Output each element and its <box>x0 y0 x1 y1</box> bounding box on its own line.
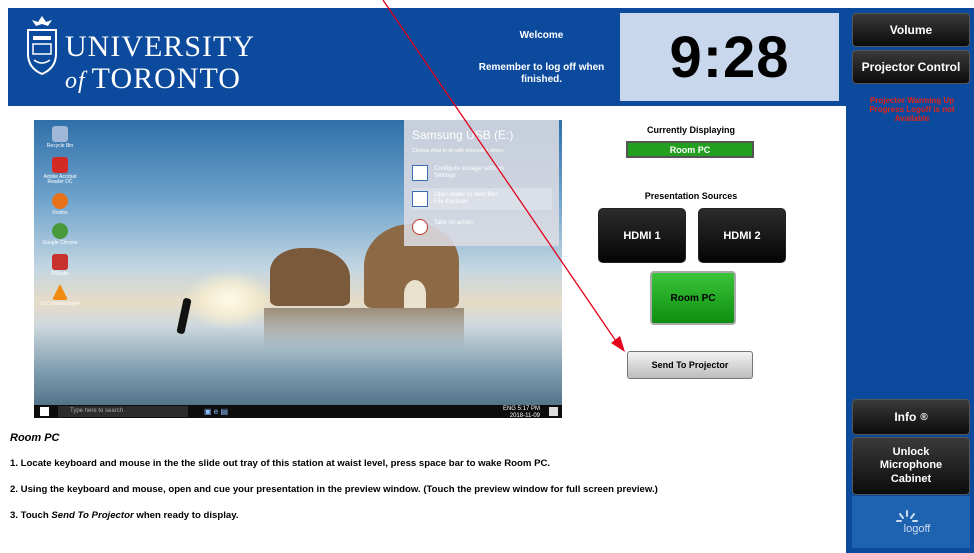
room-pc-preview-window[interactable]: Recycle Bin Adobe Acrobat Reader DC Fire… <box>34 120 562 418</box>
instruction-step-3: 3. Touch Send To Projector when ready to… <box>10 510 239 521</box>
volume-button[interactable]: Volume <box>852 13 970 47</box>
desktop-icon-acrobat[interactable]: Adobe Acrobat Reader DC <box>40 156 80 186</box>
university-crest-icon <box>27 16 57 76</box>
instruction-step-2: 2. Using the keyboard and mouse, open an… <box>10 484 658 495</box>
hdmi2-source-button[interactable]: HDMI 2 <box>698 208 786 263</box>
unlock-microphone-cabinet-button[interactable]: Unlock Microphone Cabinet <box>852 437 970 495</box>
desktop-icons: Recycle Bin Adobe Acrobat Reader DC Fire… <box>40 126 80 315</box>
instruction-step-3-suffix: when ready to display. <box>133 510 239 521</box>
currently-displaying-label: Currently Displaying <box>646 125 736 135</box>
folder-icon <box>412 191 428 207</box>
clock-panel: 9:28 <box>620 13 839 101</box>
wallpaper-rock-arch <box>404 280 426 308</box>
hdmi1-source-button[interactable]: HDMI 1 <box>598 208 686 263</box>
logoff-button[interactable]: logoff <box>852 496 970 548</box>
welcome-text: Welcome <box>519 30 564 41</box>
university-wordmark: UNIVERSITY of TORONTO <box>65 32 255 94</box>
wordmark-of: of <box>65 68 86 94</box>
windows-taskbar: Type here to search ▣ e ▤ ENG 5:17 PM 20… <box>34 405 562 418</box>
usb-option-text: Configure storage settings <box>434 166 505 172</box>
copyright-icon: ® <box>920 411 928 423</box>
desktop-icon-rstudio[interactable]: RStudio <box>40 253 80 278</box>
logoff-label: logoff <box>903 523 931 535</box>
usb-option-open-folder[interactable]: Open folder to view files File Explorer <box>412 188 552 210</box>
wallpaper-rock-left <box>270 248 350 306</box>
taskbar-search-box[interactable]: Type here to search <box>58 406 188 417</box>
instruction-step-1: 1. Locate keyboard and mouse in the the … <box>10 458 551 469</box>
logoff-reminder: Remember to log off when finished. <box>478 62 605 85</box>
settings-icon <box>412 165 428 181</box>
header-banner: UNIVERSITY of TORONTO Welcome Remember to… <box>8 8 846 106</box>
windows-start-icon[interactable] <box>40 407 49 416</box>
currently-displaying-value: Room PC <box>626 141 754 158</box>
usb-option-configure[interactable]: Configure storage settings Settings <box>412 162 552 184</box>
usb-popup-title: Samsung USB (E:) <box>412 128 514 142</box>
desktop-icon-label: VLC media player <box>40 301 80 307</box>
desktop-icon-vlc[interactable]: VLC media player <box>40 284 80 308</box>
right-sidebar: Volume Projector Control Projector Warmi… <box>846 8 974 553</box>
wordmark-university: UNIVERSITY <box>65 30 255 63</box>
tray-lang: ENG <box>502 406 516 412</box>
instruction-step-3-em: Send To Projector <box>51 510 134 521</box>
no-action-icon <box>412 219 428 235</box>
wordmark-toronto: TORONTO <box>91 62 241 95</box>
desktop-icon-label: Firefox <box>52 209 68 216</box>
instructions-title: Room PC <box>10 432 60 444</box>
usb-option-text: Open folder to view files <box>434 192 499 198</box>
usb-option-text: Take no action <box>434 220 473 226</box>
instruction-step-3-prefix: 3. Touch <box>10 510 52 521</box>
recycle-bin-icon <box>52 126 68 142</box>
usb-option-sub: Settings <box>434 173 456 180</box>
room-pc-source-button[interactable]: Room PC <box>650 271 736 325</box>
tray-date: 2018-11-09 <box>509 412 540 418</box>
presentation-sources-label: Presentation Sources <box>644 191 738 201</box>
desktop-icon-recycle-bin[interactable]: Recycle Bin <box>40 126 80 150</box>
desktop-icon-label: Recycle Bin <box>46 143 74 149</box>
projector-warning: Projector Warming Up Progress Logoff is … <box>869 96 955 124</box>
firefox-icon <box>52 192 68 209</box>
rstudio-icon <box>52 253 68 270</box>
usb-popup-subtitle: Choose what to do with removable drives. <box>412 148 505 154</box>
projector-control-button[interactable]: Projector Control <box>852 50 970 84</box>
info-label: Info <box>894 410 917 424</box>
taskbar-pinned-apps[interactable]: ▣ e ▤ <box>204 407 228 416</box>
desktop-icon-chrome[interactable]: Google Chrome <box>40 223 80 247</box>
desktop-icon-label: Adobe Acrobat Reader DC <box>43 173 77 185</box>
usb-option-sub: File Explorer <box>434 199 468 206</box>
info-button[interactable]: Info ® <box>852 399 970 435</box>
taskbar-tray: ENG 5:17 PM 2018-11-09 <box>503 406 540 418</box>
tray-time: 5:17 PM <box>517 406 540 412</box>
desktop-icon-label: Google Chrome <box>42 240 78 246</box>
acrobat-icon <box>52 156 68 173</box>
clock-time: 9:28 <box>669 24 790 90</box>
vlc-icon <box>52 284 68 300</box>
usb-autoplay-popup: Samsung USB (E:) Choose what to do with … <box>404 120 559 246</box>
send-to-projector-button[interactable]: Send To Projector <box>627 351 753 379</box>
wallpaper-reflection <box>264 308 464 348</box>
desktop-icon-label: RStudio <box>51 270 69 277</box>
action-center-icon[interactable] <box>549 407 558 416</box>
chrome-icon <box>52 223 68 239</box>
wallpaper-sun <box>184 270 274 330</box>
usb-option-no-action[interactable]: Take no action <box>412 216 552 238</box>
wordmark-toronto-line: of TORONTO <box>65 64 255 94</box>
desktop-icon-firefox[interactable]: Firefox <box>40 192 80 217</box>
